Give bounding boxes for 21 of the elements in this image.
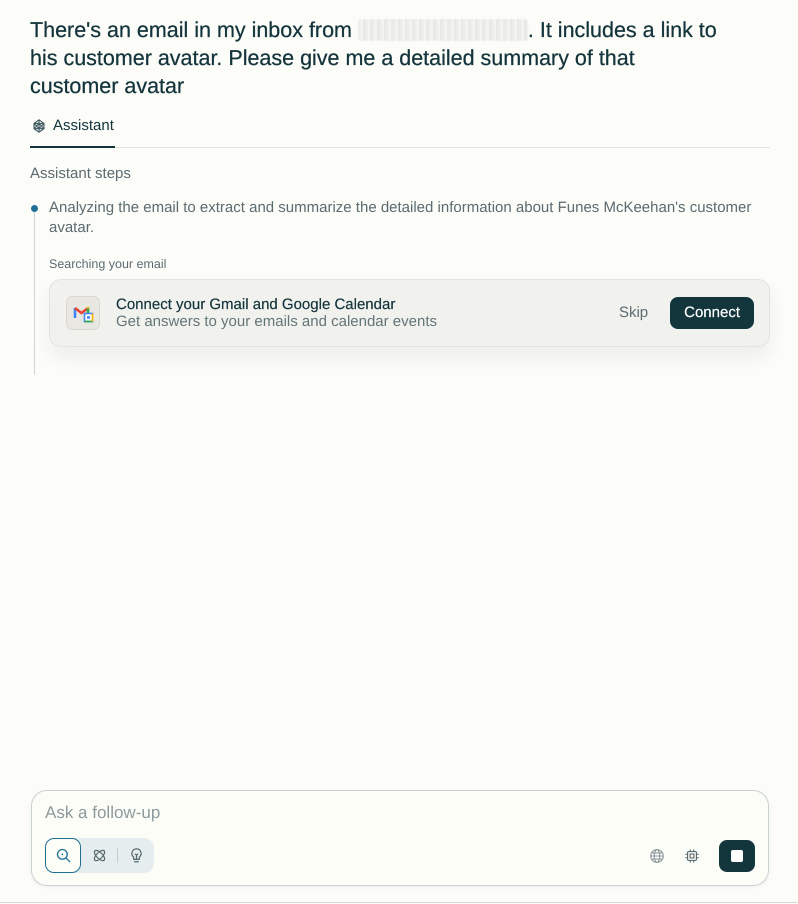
activity-label: Searching your email xyxy=(49,256,168,272)
lightbulb-icon xyxy=(130,848,142,863)
assistant-tab[interactable]: Assistant xyxy=(30,107,115,148)
steps-heading: Assistant steps xyxy=(30,165,132,183)
globe-icon xyxy=(650,848,664,862)
card-title: Connect your Gmail and Google Calendar xyxy=(116,296,396,313)
follow-up-input[interactable]: Ask a follow-up xyxy=(45,802,755,824)
user-question: There's an email in my inbox from . It includes a link to his customer avatar. Please give me a detailed summary of that customer avatar xyxy=(30,17,718,100)
connect-button[interactable]: Connect xyxy=(670,297,754,329)
card-subtitle: Get answers to your emails and calendar events xyxy=(116,313,438,330)
crossed-loops-icon xyxy=(92,848,106,863)
chip-icon xyxy=(685,848,699,862)
step-text: Analyzing the email to extract and summarize the detailed information about Funes McKeehan's customer avatar. xyxy=(49,198,752,238)
status-dot-icon xyxy=(31,205,38,212)
stop-icon xyxy=(731,850,743,862)
mail-calendar-icon xyxy=(66,296,100,330)
stop-button[interactable] xyxy=(719,840,755,872)
search-icon xyxy=(56,848,70,863)
search-mode-button[interactable] xyxy=(45,838,81,873)
skip-button[interactable]: Skip xyxy=(610,297,656,329)
logo-icon xyxy=(33,119,45,133)
